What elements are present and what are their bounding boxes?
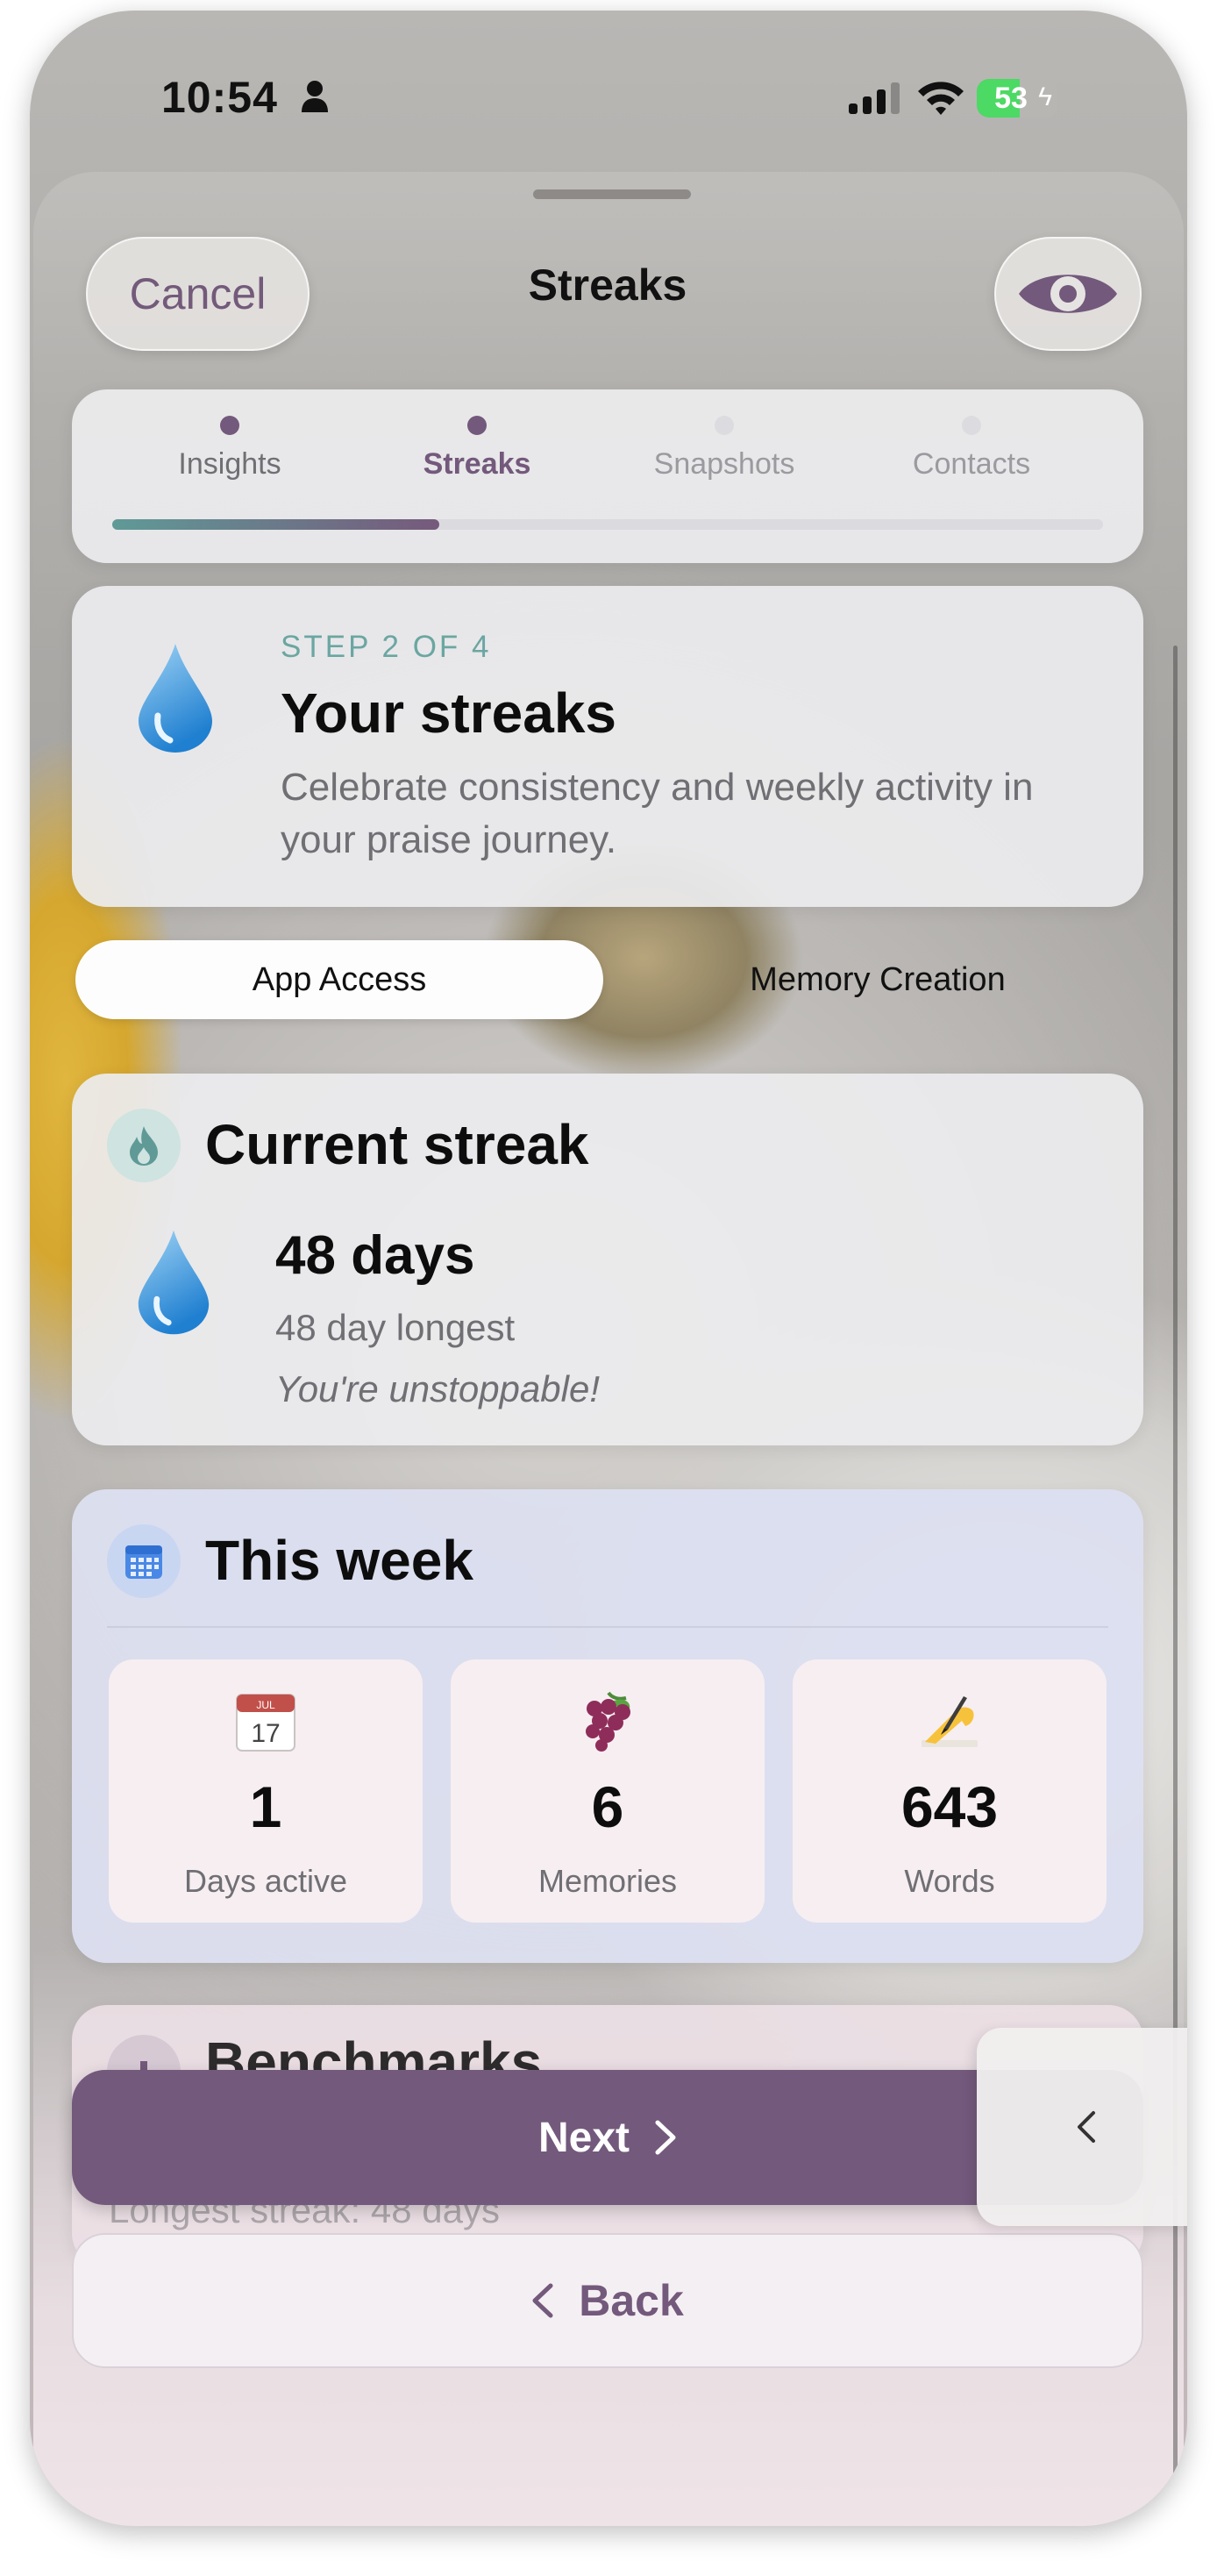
- progress-step[interactable]: Insights: [107, 416, 352, 482]
- current-streak-card: Current streak 48 days 48 day longest Yo…: [72, 1074, 1143, 1445]
- calendar-icon: JUL 17: [236, 1694, 295, 1752]
- segment-app-access[interactable]: App Access: [75, 940, 603, 1019]
- step-label: Contacts: [912, 447, 1031, 481]
- back-label: Back: [579, 2276, 684, 2325]
- calendar-icon: [125, 1545, 162, 1579]
- flame-icon-badge: [107, 1109, 181, 1182]
- days-active-value: 1: [249, 1774, 282, 1839]
- sheet-grabber[interactable]: [533, 189, 691, 199]
- chevron-right-icon: [655, 2120, 676, 2155]
- svg-text:17: 17: [251, 1719, 280, 1748]
- streak-days: 48 days: [275, 1225, 475, 1286]
- scroll-indicator[interactable]: [1173, 646, 1178, 2522]
- stat-memories: 6 Memories: [451, 1659, 765, 1923]
- progress-stepper: Insights Streaks Snapshots Contacts: [72, 389, 1143, 563]
- step-label: Streaks: [423, 447, 531, 481]
- status-bar: 10:54 53 ϟ: [30, 11, 1187, 160]
- cellular-signal-icon: [849, 82, 900, 114]
- progress-track: [112, 519, 1103, 530]
- progress-fill: [112, 519, 439, 530]
- stat-words: 643 Words: [793, 1659, 1107, 1923]
- page-title: Streaks: [528, 260, 687, 310]
- progress-step[interactable]: Contacts: [849, 416, 1094, 482]
- back-button[interactable]: Back: [72, 2233, 1143, 2368]
- preview-button[interactable]: [994, 237, 1142, 351]
- grapes-icon: [586, 1691, 630, 1752]
- status-time: 10:54: [161, 73, 278, 122]
- step-counter: STEP 2 OF 4: [281, 630, 492, 664]
- this-week-title: This week: [205, 1529, 473, 1592]
- step-title: Your streaks: [281, 681, 616, 745]
- this-week-card: This week JUL 17 1 Days active 6 Memorie…: [72, 1489, 1143, 1963]
- streak-message: You're unstoppable!: [275, 1368, 600, 1409]
- step-dot: [962, 416, 981, 435]
- svg-text:JUL: JUL: [256, 1699, 275, 1711]
- streak-longest: 48 day longest: [275, 1307, 516, 1348]
- current-streak-title: Current streak: [205, 1113, 589, 1176]
- step-description: Celebrate consistency and weekly activit…: [281, 766, 1034, 861]
- progress-step[interactable]: Snapshots: [601, 416, 847, 482]
- battery-level: 53: [994, 82, 1028, 115]
- cancel-button[interactable]: Cancel: [86, 237, 310, 351]
- flame-icon: [130, 1126, 158, 1166]
- memories-label: Memories: [537, 1863, 678, 1899]
- charging-bolt-icon: ϟ: [1038, 82, 1052, 111]
- chevron-left-icon: [1078, 2111, 1095, 2143]
- next-label: Next: [537, 2114, 630, 2161]
- step-dot: [715, 416, 734, 435]
- step-dot: [220, 416, 239, 435]
- words-label: Words: [904, 1863, 995, 1899]
- words-value: 643: [900, 1774, 999, 1839]
- segmented-control: App Access Memory Creation: [72, 940, 1143, 1021]
- phone-screen: 10:54 53 ϟ Cancel Streaks Insights Strea…: [30, 11, 1187, 2526]
- writing-hand-icon: [922, 1696, 978, 1747]
- water-drop-icon: [138, 1230, 210, 1335]
- step-header-card: STEP 2 OF 4 Your streaks Celebrate consi…: [72, 586, 1143, 907]
- days-active-label: Days active: [183, 1863, 348, 1899]
- battery-indicator: 53 ϟ: [977, 79, 1057, 118]
- step-label: Insights: [178, 447, 281, 481]
- memories-value: 6: [591, 1774, 624, 1839]
- person-icon: [302, 81, 328, 112]
- chevron-left-icon: [532, 2283, 553, 2318]
- step-label: Snapshots: [653, 447, 795, 481]
- divider: [107, 1626, 1108, 1628]
- calendar-icon-badge: [107, 1524, 181, 1598]
- eye-icon: [1019, 275, 1117, 313]
- wifi-icon: [918, 82, 964, 115]
- progress-step[interactable]: Streaks: [354, 416, 600, 482]
- stat-days-active: JUL 17 1 Days active: [109, 1659, 423, 1923]
- step-dot: [467, 416, 487, 435]
- water-drop-icon: [139, 644, 212, 753]
- segment-memory-creation[interactable]: Memory Creation: [616, 940, 1140, 1019]
- side-collapse-tab[interactable]: [977, 2028, 1187, 2226]
